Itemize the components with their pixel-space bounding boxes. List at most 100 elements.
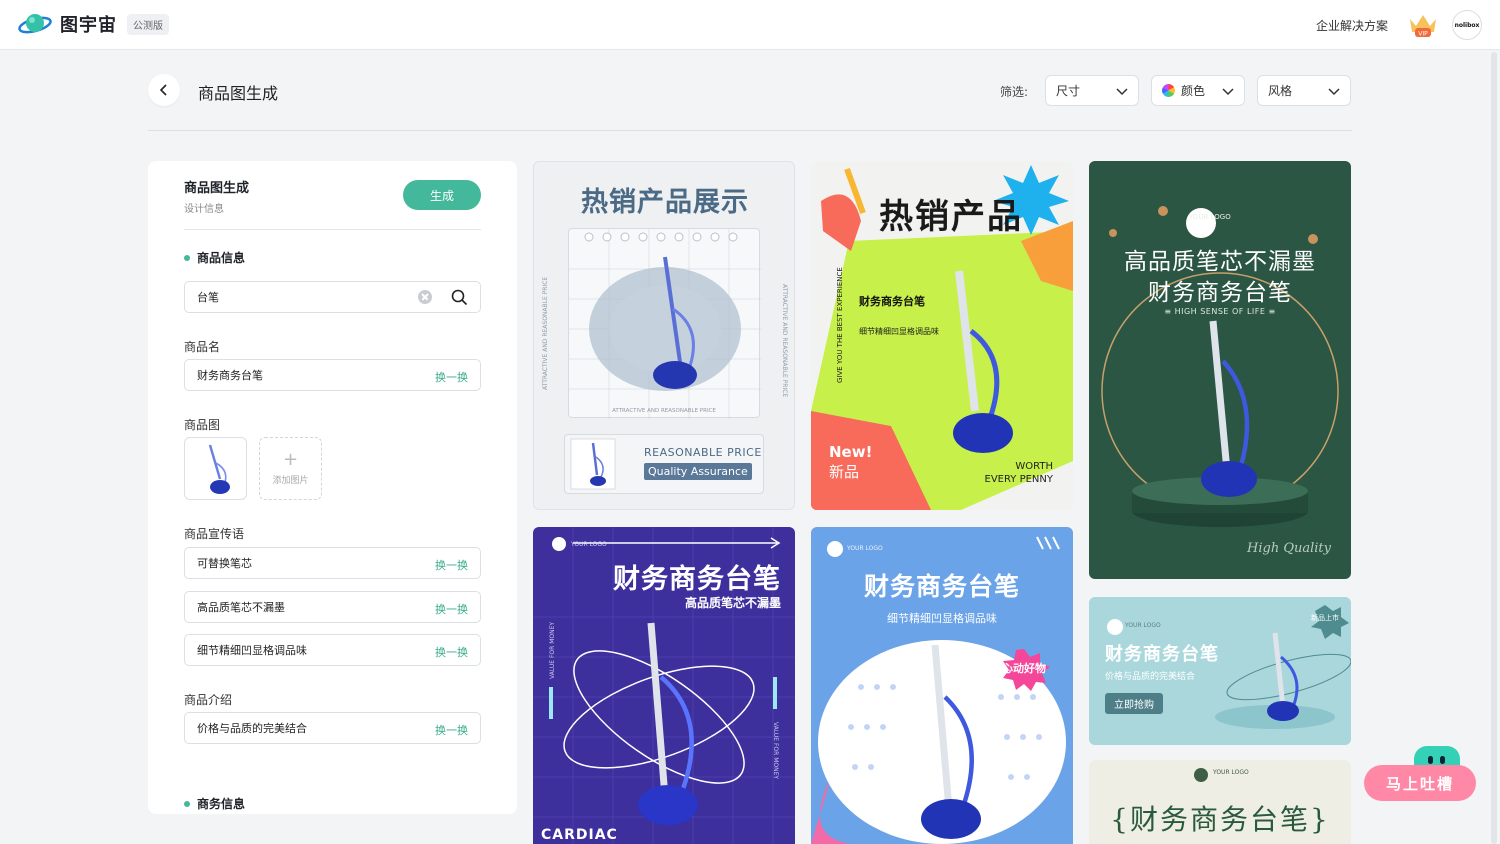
card-title: {财务商务台笔} (1110, 803, 1330, 836)
cardiac-text: CARDIAC (541, 827, 618, 843)
buy-now-button: 立即抢购 (1105, 693, 1163, 714)
color-wheel-icon (1162, 84, 1175, 97)
vip-label: VIP (1418, 31, 1428, 38)
swap-button[interactable]: 换一换 (435, 369, 468, 385)
card-subtitle: 价格与品质的完美结合 (1105, 672, 1196, 682)
card-vertical-text: GIVE YOU THE BEST EXPERIENCE (836, 267, 844, 383)
card-title: 热销产品 (879, 197, 1023, 237)
intro-field[interactable]: 价格与品质的完美结合 换一换 (184, 712, 481, 744)
card-small-text: ATTRACTIVE AND REASONABLE PRICE (612, 408, 716, 414)
product-image-thumbnail[interactable] (184, 437, 247, 500)
slogan-field-3[interactable]: 细节精细凹显格调品味 换一换 (184, 634, 481, 666)
result-card-6[interactable]: YOUR LOGO 财务商务台笔 价格与品质的完美结合 立即抢购 新品上市 (1089, 597, 1351, 745)
panel-subtitle: 设计信息 (184, 204, 224, 215)
style-filter-dropdown[interactable]: 风格 (1257, 75, 1351, 106)
generate-button[interactable]: 生成 (403, 180, 481, 210)
panel-title: 商品图生成 (184, 181, 250, 196)
brand-logo[interactable]: 图宇宙 公测版 (18, 10, 169, 38)
enterprise-solutions-link[interactable]: 企业解决方案 (1316, 17, 1388, 34)
chevron-down-icon (1328, 88, 1340, 96)
vip-crown-icon[interactable]: VIP (1406, 10, 1440, 40)
slogan-value: 可替换笔芯 (197, 557, 252, 570)
page-scrollbar[interactable] (1491, 52, 1497, 844)
style-filter-value: 风格 (1268, 84, 1293, 98)
user-avatar[interactable]: nolibox (1452, 10, 1482, 40)
card-logo: YOUR LOGO (1213, 769, 1249, 776)
filter-label: 筛选: (1000, 85, 1029, 99)
panel-divider (184, 229, 481, 230)
product-name-field[interactable]: 财务商务台笔 换一换 (184, 359, 481, 391)
plus-icon: + (282, 449, 299, 470)
slogan-label: 商品宣传语 (184, 527, 245, 541)
intro-value: 价格与品质的完美结合 (197, 722, 307, 735)
result-card-4[interactable]: YOUR LOGO 财务商务台笔 高品质笔芯不漏墨 VALUE FOR MONE… (533, 527, 795, 844)
swap-button[interactable]: 换一换 (435, 601, 468, 617)
product-image-label: 商品图 (184, 418, 221, 432)
slogan-field-2[interactable]: 高品质笔芯不漏墨 换一换 (184, 591, 481, 623)
intro-label: 商品介绍 (184, 693, 233, 707)
card-headline-1: 高品质笔芯不漏墨 (1124, 249, 1316, 275)
result-card-1[interactable]: 热销产品展示 ATTRACTIVE AND REASONABLE PRICE A… (533, 161, 795, 510)
swap-button[interactable]: 换一换 (435, 722, 468, 738)
section-dot-icon (184, 254, 190, 261)
notebook-frame (568, 228, 761, 419)
color-filter-dropdown[interactable]: 颜色 (1151, 75, 1245, 106)
card-headline-2: 财务商务台笔 (1148, 280, 1292, 306)
size-filter-dropdown[interactable]: 尺寸 (1045, 75, 1139, 106)
design-info-panel: 商品图生成 设计信息 生成 商品信息 台笔 商品名 财务商务台笔 换一换 商品图… (148, 161, 517, 814)
swap-button[interactable]: 换一换 (435, 644, 468, 660)
color-filter-value: 颜色 (1181, 84, 1206, 98)
brand-name: 图宇宙 (60, 15, 117, 36)
card-vertical-text: VALUE FOR MONEY (549, 621, 556, 679)
swap-button[interactable]: 换一换 (435, 557, 468, 573)
card-title: 财务商务台笔 (863, 572, 1020, 601)
card-subtitle: 高品质笔芯不漏墨 (684, 596, 781, 610)
card-product-desc: 细节精细凹显格调品味 (859, 327, 939, 336)
card-logo: YOUR LOGO (1125, 622, 1161, 629)
result-card-2[interactable]: 热销产品 财务商务台笔 细节精细凹显格调品味 GIVE YOU THE BEST… (811, 161, 1073, 510)
desk-pen-icon (208, 444, 230, 494)
card-product-name: 财务商务台笔 (859, 295, 925, 308)
feedback-button[interactable]: 马上吐槽 (1364, 765, 1476, 801)
product-name-value: 财务商务台笔 (197, 369, 263, 382)
back-button[interactable] (148, 74, 180, 106)
card-subtitle: 细节精细凹显格调品味 (887, 612, 997, 625)
product-name-label: 商品名 (184, 340, 221, 354)
slogan-value: 高品质笔芯不漏墨 (197, 601, 285, 614)
new-label-en: New! (829, 443, 873, 461)
business-info-heading-text: 商务信息 (197, 797, 246, 811)
hot-item-badge: 心动好物 (1002, 662, 1046, 675)
reasonable-price-text: REASONABLE PRICE (644, 446, 762, 459)
page-title: 商品图生成 (198, 84, 279, 103)
every-penny-text: EVERY PENNY (984, 474, 1054, 485)
result-card-5[interactable]: YOUR LOGO 财务商务台笔 细节精细凹显格调品味 心动好物 (811, 527, 1073, 844)
card-logo: YOUR LOGO (847, 545, 883, 552)
size-filter-value: 尺寸 (1056, 84, 1081, 98)
add-image-label: 添加图片 (272, 476, 309, 486)
card-vertical-text: ATTRACTIVE AND REASONABLE PRICE (542, 276, 549, 390)
chevron-down-icon (1222, 88, 1234, 96)
worth-text: WORTH (1015, 461, 1053, 472)
new-label-cn: 新品 (829, 463, 860, 481)
card-title: 热销产品展示 (581, 187, 749, 218)
result-card-7[interactable]: YOUR LOGO {财务商务台笔} (1089, 760, 1351, 844)
planet-logo-icon (18, 14, 52, 34)
card-logo: YOUR LOGO (571, 541, 607, 548)
result-card-3[interactable]: YOUR LOGO 高品质笔芯不漏墨 财务商务台笔 ≡ HIGH SENSE O… (1089, 161, 1351, 579)
chevron-down-icon (1116, 88, 1128, 96)
card-vertical-text: ATTRACTIVE AND REASONABLE PRICE (781, 284, 788, 398)
card-title: 财务商务台笔 (1105, 644, 1219, 665)
slogan-field-1[interactable]: 可替换笔芯 换一换 (184, 547, 481, 579)
search-icon[interactable] (451, 289, 468, 306)
product-info-heading: 商品信息 (184, 249, 245, 266)
search-value: 台笔 (197, 291, 219, 304)
card-tagline: ≡ HIGH SENSE OF LIFE ≡ (1164, 307, 1276, 316)
card-vertical-text: VALUE FOR MONEY (772, 722, 779, 780)
beta-badge: 公测版 (127, 13, 169, 35)
header-divider (148, 130, 1352, 131)
product-search-input[interactable]: 台笔 (184, 281, 481, 313)
avatar-text: nolibox (1454, 21, 1480, 29)
clear-icon[interactable] (418, 290, 432, 304)
product-scribble-illustration (569, 229, 761, 419)
add-image-button[interactable]: + 添加图片 (259, 437, 322, 500)
